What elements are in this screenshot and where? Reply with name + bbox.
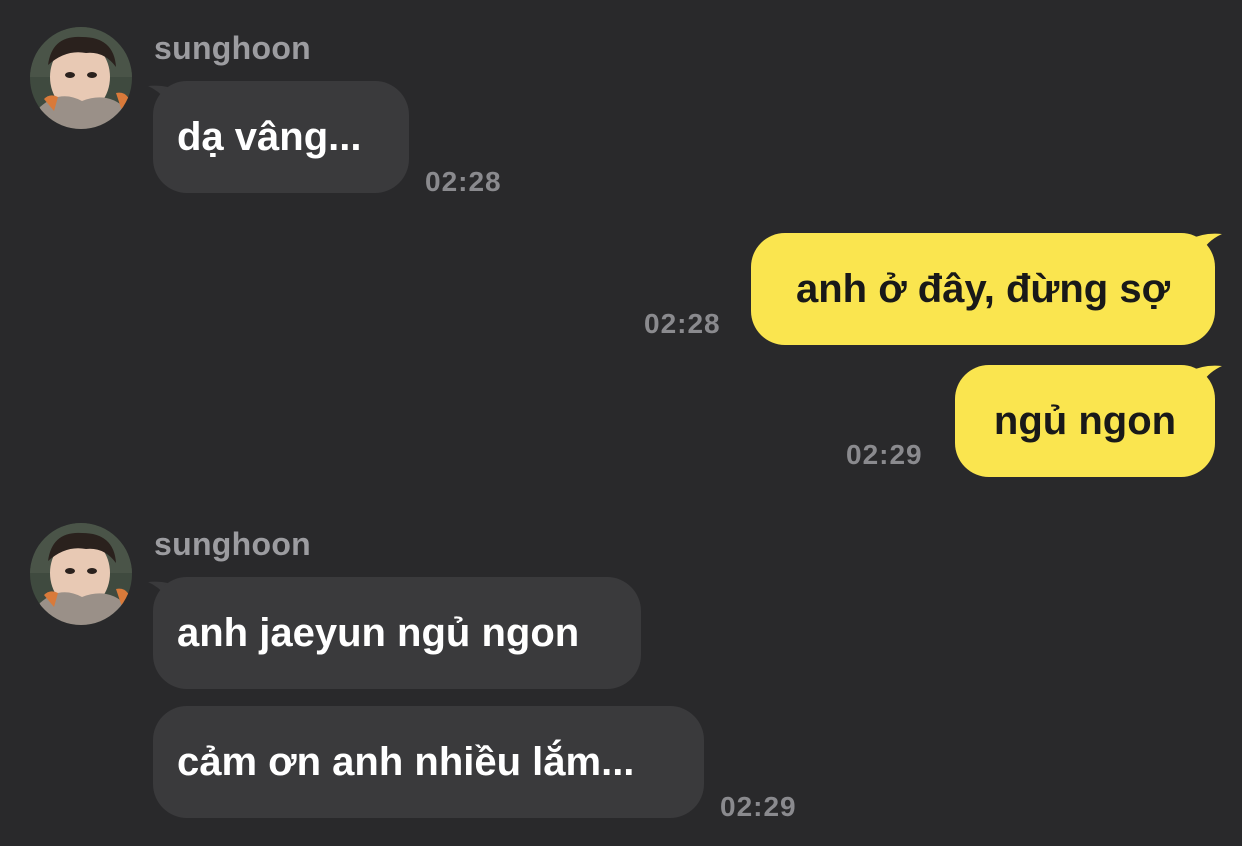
message-timestamp: 02:28 (644, 308, 721, 339)
sender-avatar[interactable] (30, 27, 132, 129)
message-bubble-incoming[interactable]: dạ vâng... (153, 81, 409, 193)
sender-avatar[interactable] (30, 523, 132, 625)
message-text: cảm ơn anh nhiều lắm... (177, 739, 635, 784)
bubble-tail-icon (1188, 365, 1222, 400)
avatar-photo-icon (30, 523, 132, 625)
message-bubble-incoming[interactable]: anh jaeyun ngủ ngon (153, 577, 641, 689)
message-timestamp: 02:29 (720, 791, 797, 822)
message-bubble-outgoing[interactable]: ngủ ngon (955, 365, 1215, 477)
message-timestamp: 02:29 (846, 439, 923, 470)
message-bubble-outgoing[interactable]: anh ở đây, đừng sợ (751, 233, 1215, 345)
message-text: anh jaeyun ngủ ngon (177, 610, 580, 655)
message-bubble-incoming[interactable]: cảm ơn anh nhiều lắm... (153, 706, 704, 818)
message-text: dạ vâng... (177, 114, 362, 159)
message-text: anh ở đây, đừng sợ (795, 266, 1171, 311)
sender-name: sunghoon (154, 526, 312, 562)
bubble-tail-icon (1188, 233, 1222, 268)
sender-name: sunghoon (154, 30, 312, 66)
avatar-photo-icon (30, 27, 132, 129)
message-text: ngủ ngon (993, 398, 1177, 443)
message-timestamp: 02:28 (425, 166, 502, 197)
chat-view: sunghoon dạ vâng... 02:28 02:28 anh ở đâ… (0, 0, 1242, 846)
